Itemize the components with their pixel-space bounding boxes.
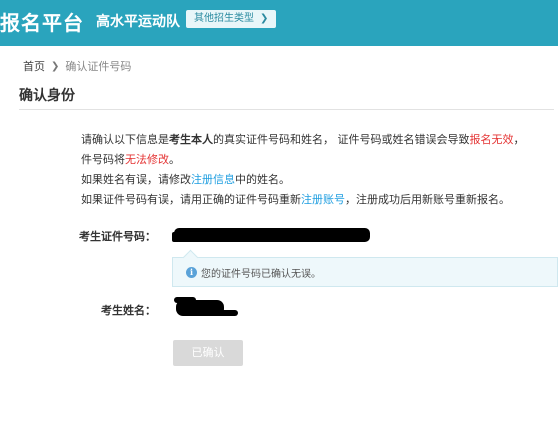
notice-text: 的真实证件号码和姓名， 证件号码或姓名错误会导致 [213, 133, 470, 146]
redacted-id-number [174, 228, 370, 242]
name-label: 考生姓名： [101, 304, 156, 317]
notice-text: ， [513, 133, 525, 146]
chevron-right-icon: ❯ [51, 60, 60, 72]
notice-line-1: 请确认以下信息是考生本人的真实证件号码和姓名， 证件号码或姓名错误会导致报名无效… [81, 130, 556, 150]
breadcrumb: 首页 ❯ 确认证件号码 [23, 58, 131, 74]
title-divider [19, 109, 554, 110]
redaction-mark [172, 232, 180, 242]
category-subtitle: 高水平运动队 [96, 14, 180, 30]
notice-text: 中的姓名。 [235, 173, 290, 186]
notice-text: 件号码将 [81, 153, 125, 166]
top-header-bar: 报名平台 高水平运动队 其他招生类型 ❯ [0, 0, 558, 46]
notice-text: 请确认以下信息是 [81, 133, 169, 146]
other-admission-types-label: 其他招生类型 [194, 13, 254, 24]
notice-text: 。 [169, 153, 180, 166]
id-confirmed-message: i 您的证件号码已确认无误。 [172, 249, 558, 287]
id-number-label: 考生证件号码： [79, 230, 156, 243]
notice-line-3: 如果姓名有误，请修改注册信息中的姓名。 [81, 170, 556, 190]
notice-warning: 无法修改 [125, 153, 169, 166]
id-confirmed-text: 您的证件号码已确认无误。 [201, 268, 321, 280]
redaction-mark [190, 310, 238, 316]
notice-line-2: 件号码将无法修改。 [81, 150, 556, 170]
registration-info-link[interactable]: 注册信息 [191, 173, 235, 186]
page-title: 确认身份 [19, 88, 75, 104]
redaction-mark [174, 297, 196, 303]
notice-text: 如果姓名有误，请修改 [81, 173, 191, 186]
notice-warning: 报名无效 [469, 133, 514, 146]
notice-text: ，注册成功后用新账号重新报名。 [345, 193, 510, 206]
notice-emphasis: 考生本人 [169, 133, 213, 146]
notice-text: 如果证件号码有误，请用正确的证件号码重新 [81, 193, 301, 206]
chevron-right-icon: ❯ [260, 13, 269, 24]
confirmed-button[interactable]: 已确认 [173, 340, 243, 366]
confirmation-notice: 请确认以下信息是考生本人的真实证件号码和姓名， 证件号码或姓名错误会导致报名无效… [81, 130, 556, 210]
breadcrumb-home-link[interactable]: 首页 [23, 58, 45, 74]
notice-line-4: 如果证件号码有误，请用正确的证件号码重新注册账号，注册成功后用新账号重新报名。 [81, 190, 556, 210]
brand-title: 报名平台 [0, 11, 84, 35]
other-admission-types-button[interactable]: 其他招生类型 ❯ [186, 10, 277, 28]
breadcrumb-current: 确认证件号码 [65, 60, 132, 73]
info-icon: i [186, 266, 197, 278]
message-caret [182, 249, 199, 266]
register-account-link[interactable]: 注册账号 [301, 193, 345, 206]
